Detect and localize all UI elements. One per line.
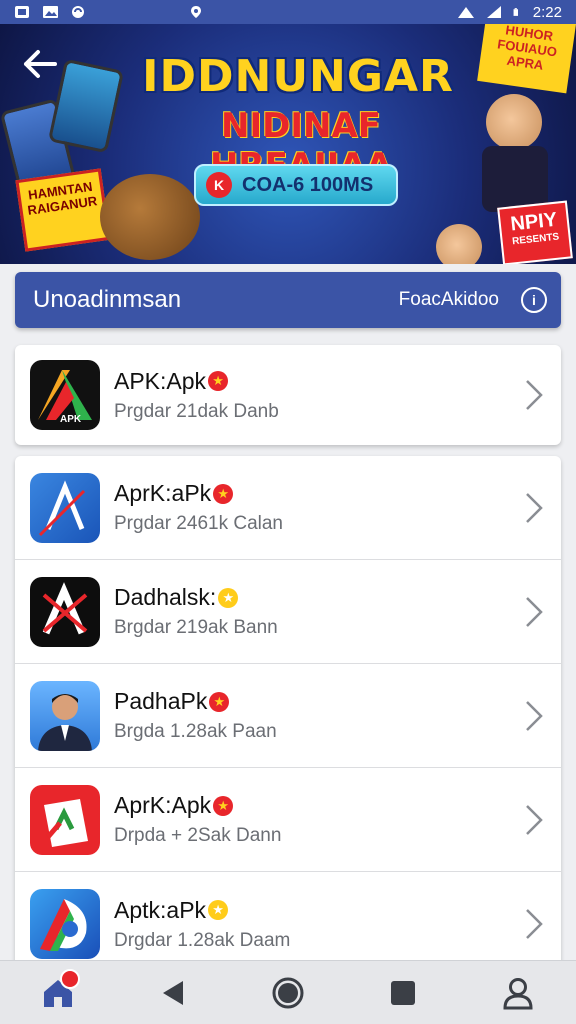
nav-overview-button[interactable] bbox=[373, 963, 433, 1023]
square-overview-icon bbox=[391, 980, 416, 1005]
list-item[interactable]: PadhaPk ★ Brgda 1.28ak Paan bbox=[15, 664, 561, 768]
black-x-icon bbox=[30, 576, 100, 647]
banner-title: IDDNUNGAR bbox=[142, 51, 454, 102]
header-title: Unoadinmsan bbox=[33, 286, 182, 313]
nav-recent-home-button[interactable] bbox=[258, 963, 318, 1023]
sync-icon bbox=[72, 6, 84, 18]
signal-icon bbox=[486, 6, 501, 18]
app-subtitle: Brgda 1.28ak Paan bbox=[114, 721, 277, 742]
blue-arrow-icon bbox=[30, 472, 100, 543]
list-item[interactable]: Dadhalsk: ★ Brgdar 219ak Bann bbox=[15, 560, 561, 664]
chevron-right-icon bbox=[526, 492, 543, 523]
chevron-right-icon bbox=[526, 700, 543, 731]
list-item[interactable]: AprK:Apk ★ Drpda + 2Sak Dann bbox=[15, 768, 561, 872]
app-name: APK:Apk bbox=[114, 367, 207, 394]
nav-home-button[interactable] bbox=[28, 963, 88, 1023]
location-icon bbox=[191, 6, 201, 18]
app-subtitle: Prgdar 21dak Danb bbox=[114, 400, 279, 422]
triangle-back-icon bbox=[162, 980, 183, 1005]
star-badge-icon: ★ bbox=[209, 691, 230, 712]
app-name: AprK:Apk bbox=[114, 792, 212, 818]
red-shield-icon bbox=[30, 784, 100, 855]
header-right-label[interactable]: FoacAkidoo bbox=[399, 289, 499, 311]
npiy-tag: NPIY RESENTS bbox=[497, 200, 573, 264]
status-bar: 2:22 bbox=[0, 0, 576, 24]
chevron-right-icon bbox=[526, 596, 543, 627]
promo-box: HAMNTAN RAIGANUR bbox=[15, 168, 111, 252]
promo-box-text: HAMNTAN RAIGANUR bbox=[26, 178, 99, 218]
image-icon bbox=[43, 6, 58, 18]
battery-icon bbox=[513, 8, 518, 16]
list-item[interactable]: Aptk:aPk ★ Drgdar 1.28ak Daam bbox=[15, 872, 561, 966]
circle-home-icon bbox=[272, 977, 304, 1008]
star-badge-icon: ★ bbox=[213, 795, 234, 816]
back-button[interactable] bbox=[18, 42, 62, 86]
bottom-nav bbox=[0, 960, 576, 1024]
cartoon-face bbox=[486, 94, 542, 150]
section-header: Unoadinmsan FoacAkidoo i bbox=[15, 272, 561, 328]
corner-tag-text: HUHOR FOUIAUO APRA bbox=[496, 24, 558, 73]
star-badge-icon: ★ bbox=[208, 900, 229, 920]
app-subtitle: Drgdar 1.28ak Daam bbox=[114, 929, 291, 951]
star-badge-icon: ★ bbox=[218, 587, 239, 608]
app-name: Aptk:aPk bbox=[114, 896, 207, 923]
svg-text:APK: APK bbox=[60, 414, 82, 425]
cartoon-suit bbox=[482, 146, 548, 212]
chevron-right-icon bbox=[526, 380, 543, 410]
app-subtitle: Prgdar 2461k Calan bbox=[114, 513, 283, 534]
chevron-right-icon bbox=[526, 804, 543, 835]
list-item[interactable]: APK APK:Apk ★ Prgdar 21dak Danb bbox=[15, 345, 561, 445]
back-arrow-icon bbox=[24, 50, 57, 78]
app-subtitle: Brgdar 219ak Bann bbox=[114, 617, 278, 638]
status-time: 2:22 bbox=[532, 3, 562, 21]
chevron-right-icon bbox=[526, 909, 543, 939]
star-badge-icon: ★ bbox=[208, 371, 229, 391]
notification-badge bbox=[59, 968, 80, 989]
notification-icon bbox=[15, 6, 29, 18]
nav-back-button[interactable] bbox=[143, 963, 203, 1023]
cartoon-child bbox=[436, 224, 482, 264]
person-photo-icon bbox=[30, 680, 100, 751]
app-list: AprK:aPk ★ Prgdar 2461k Calan Dadhalsk: ★ … bbox=[15, 456, 561, 966]
wifi-icon bbox=[457, 7, 474, 18]
banner-cta-pill[interactable]: K COA-6 100MS bbox=[194, 164, 398, 206]
nav-profile-button[interactable] bbox=[488, 963, 548, 1023]
promo-banner[interactable]: HAMNTAN RAIGANUR HUHOR FOUIAUO APRA NPIY… bbox=[0, 24, 576, 264]
pill-label: COA-6 100MS bbox=[242, 173, 374, 196]
mascot-character bbox=[100, 174, 200, 260]
list-item[interactable]: AprK:aPk ★ Prgdar 2461k Calan bbox=[15, 456, 561, 560]
user-icon bbox=[503, 977, 533, 1009]
pill-k-icon: K bbox=[206, 172, 232, 198]
apk-logo-icon: APK bbox=[30, 360, 100, 430]
info-icon[interactable]: i bbox=[521, 287, 547, 313]
star-badge-icon: ★ bbox=[213, 483, 234, 504]
corner-tag: HUHOR FOUIAUO APRA bbox=[477, 24, 576, 94]
app-name: AprK:aPk bbox=[114, 480, 212, 506]
app-subtitle: Drpda + 2Sak Dann bbox=[114, 825, 282, 846]
app-card-featured[interactable]: APK APK:Apk ★ Prgdar 21dak Danb bbox=[15, 345, 561, 445]
blue-d-icon bbox=[30, 889, 100, 959]
app-name: Dadhalsk: bbox=[114, 584, 217, 610]
app-name: PadhaPk bbox=[114, 688, 208, 714]
